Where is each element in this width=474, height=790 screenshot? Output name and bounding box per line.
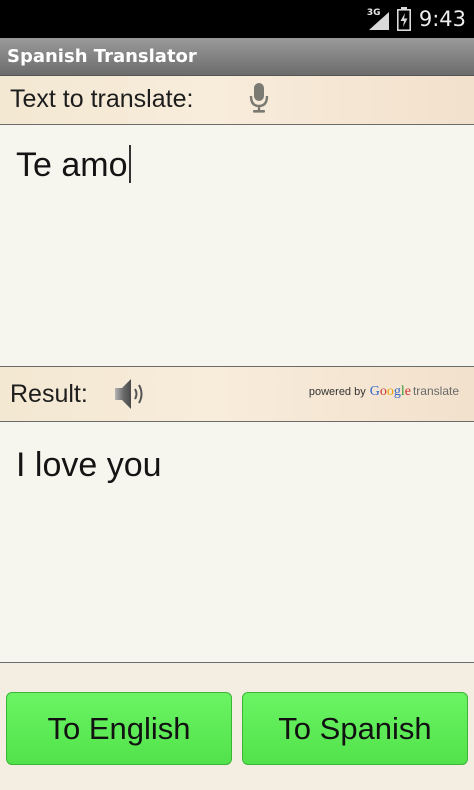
status-icons: 3G 9:43: [367, 0, 466, 38]
result-text-area: I love you: [0, 422, 474, 663]
google-logo: Google: [370, 384, 411, 400]
status-bar: 3G 9:43: [0, 0, 474, 38]
input-label-row: Text to translate:: [0, 76, 474, 125]
google-letter: o: [379, 384, 387, 399]
network-indicator: 3G: [367, 6, 389, 32]
google-letter: e: [404, 384, 411, 399]
app-title: Spanish Translator: [7, 46, 197, 67]
speaker-icon[interactable]: [113, 376, 147, 412]
battery-charging-icon: [396, 7, 411, 31]
signal-icon: [368, 12, 389, 30]
google-letter: G: [369, 384, 380, 399]
source-text-area[interactable]: Te amo: [0, 125, 474, 367]
google-letter: o: [386, 384, 394, 399]
to-spanish-button[interactable]: To Spanish: [242, 692, 468, 765]
source-text-value[interactable]: Te amo: [16, 145, 131, 185]
google-translate-attribution: powered by Google translate: [309, 384, 459, 400]
translate-word: translate: [412, 384, 459, 398]
input-label: Text to translate:: [10, 85, 194, 113]
clock: 9:43: [418, 7, 466, 31]
google-letter: g: [393, 384, 401, 399]
powered-by-text: powered by: [308, 386, 366, 398]
result-label: Result:: [10, 380, 88, 408]
text-cursor: [128, 145, 131, 183]
to-english-button[interactable]: To English: [6, 692, 232, 765]
app-title-bar: Spanish Translator: [0, 38, 474, 76]
result-text: I love you: [16, 446, 162, 484]
source-text: Te amo: [16, 146, 128, 184]
microphone-icon[interactable]: [248, 82, 270, 114]
